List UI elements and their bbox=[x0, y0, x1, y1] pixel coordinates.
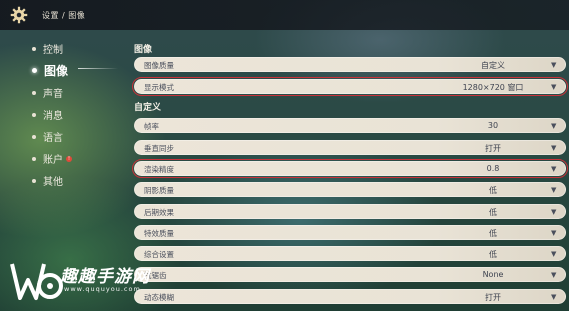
setting-row-image-quality[interactable]: 图像质量 自定义 ▼ bbox=[134, 57, 566, 72]
setting-value: 低 bbox=[489, 229, 497, 238]
sidebar-item-label: 图像 bbox=[44, 64, 69, 78]
setting-row-post-processing[interactable]: 后期效果 低 ▼ bbox=[134, 204, 566, 219]
bullet-icon bbox=[32, 68, 37, 73]
caret-down-icon[interactable]: ▼ bbox=[551, 83, 559, 91]
caret-down-icon[interactable]: ▼ bbox=[551, 229, 559, 237]
sidebar-item-label: 语言 bbox=[43, 133, 63, 144]
caret-down-icon[interactable]: ▼ bbox=[551, 165, 559, 173]
setting-row-effects-quality[interactable]: 特效质量 低 ▼ bbox=[134, 225, 566, 240]
sidebar-item-graphics[interactable]: 图像 bbox=[32, 62, 68, 79]
setting-row-shadow-quality[interactable]: 阴影质量 低 ▼ bbox=[134, 182, 566, 197]
bullet-icon bbox=[32, 178, 36, 183]
sidebar-item-sound[interactable]: 声音 bbox=[32, 85, 63, 100]
setting-value: 低 bbox=[489, 186, 497, 195]
setting-label: 垂直同步 bbox=[144, 144, 174, 153]
setting-value: 低 bbox=[489, 250, 497, 259]
section-title-custom: 自定义 bbox=[134, 103, 162, 113]
setting-value: 打开 bbox=[485, 293, 501, 302]
section-title-image: 图像 bbox=[134, 45, 153, 55]
top-bar: 设置 / 图像 bbox=[0, 0, 569, 30]
setting-value: 打开 bbox=[485, 144, 501, 153]
setting-value: None bbox=[482, 270, 504, 279]
setting-value: 自定义 bbox=[481, 61, 505, 70]
breadcrumb: 设置 / 图像 bbox=[42, 10, 86, 20]
bullet-icon bbox=[32, 90, 36, 95]
setting-row-anti-aliasing[interactable]: 抗锯齿 None ▼ bbox=[134, 267, 566, 282]
caret-down-icon[interactable]: ▼ bbox=[551, 250, 559, 258]
sidebar-item-controls[interactable]: 控制 bbox=[32, 41, 63, 56]
sidebar-item-account[interactable]: 账户 ! bbox=[32, 151, 72, 166]
caret-down-icon[interactable]: ▼ bbox=[551, 144, 559, 152]
caret-down-icon[interactable]: ▼ bbox=[551, 271, 559, 279]
setting-label: 阴影质量 bbox=[144, 186, 174, 195]
setting-row-render-resolution[interactable]: 渲染精度 0.8 ▼ bbox=[132, 159, 568, 178]
setting-label: 帧率 bbox=[144, 122, 159, 131]
bullet-icon bbox=[32, 156, 36, 161]
sidebar-item-other[interactable]: 其他 bbox=[32, 173, 63, 188]
setting-label: 渲染精度 bbox=[144, 165, 174, 174]
bullet-icon bbox=[32, 134, 36, 139]
sidebar-item-language[interactable]: 语言 bbox=[32, 129, 63, 144]
setting-row-overall[interactable]: 综合设置 低 ▼ bbox=[134, 246, 566, 261]
setting-row-motion-blur[interactable]: 动态模糊 打开 ▼ bbox=[134, 289, 566, 304]
setting-value: 0.8 bbox=[486, 164, 500, 173]
sidebar-item-messages[interactable]: 消息 bbox=[32, 107, 63, 122]
notification-badge: ! bbox=[66, 155, 72, 162]
bullet-icon bbox=[32, 46, 36, 51]
setting-label: 综合设置 bbox=[144, 250, 174, 259]
setting-row-vsync[interactable]: 垂直同步 打开 ▼ bbox=[134, 140, 566, 155]
setting-label: 后期效果 bbox=[144, 208, 174, 217]
setting-label: 动态模糊 bbox=[144, 293, 174, 302]
sidebar-item-label: 账户 bbox=[43, 155, 63, 166]
caret-down-icon[interactable]: ▼ bbox=[551, 122, 559, 130]
bullet-icon bbox=[32, 112, 36, 117]
setting-value: 低 bbox=[489, 208, 497, 217]
sidebar-item-label: 声音 bbox=[43, 89, 63, 100]
setting-row-display-mode[interactable]: 显示模式 1280×720 窗口 ▼ bbox=[132, 77, 568, 96]
setting-label: 图像质量 bbox=[144, 61, 174, 70]
sidebar-item-label: 控制 bbox=[43, 45, 63, 56]
setting-value: 30 bbox=[487, 121, 499, 130]
caret-down-icon[interactable]: ▼ bbox=[551, 293, 559, 301]
sidebar-item-label: 其他 bbox=[43, 177, 63, 188]
caret-down-icon[interactable]: ▼ bbox=[551, 186, 559, 194]
gear-icon[interactable] bbox=[10, 6, 28, 24]
watermark-text: 趣趣手游网 bbox=[60, 267, 150, 287]
setting-label: 显示模式 bbox=[144, 83, 174, 92]
setting-value: 1280×720 窗口 bbox=[462, 83, 524, 92]
watermark-url: www.ququyou.com bbox=[64, 285, 141, 293]
active-indicator bbox=[78, 68, 118, 69]
caret-down-icon[interactable]: ▼ bbox=[551, 208, 559, 216]
sidebar-item-label: 消息 bbox=[43, 111, 63, 122]
caret-down-icon[interactable]: ▼ bbox=[551, 61, 559, 69]
setting-label: 特效质量 bbox=[144, 229, 174, 238]
setting-row-frame-rate[interactable]: 帧率 30 ▼ bbox=[134, 118, 566, 133]
